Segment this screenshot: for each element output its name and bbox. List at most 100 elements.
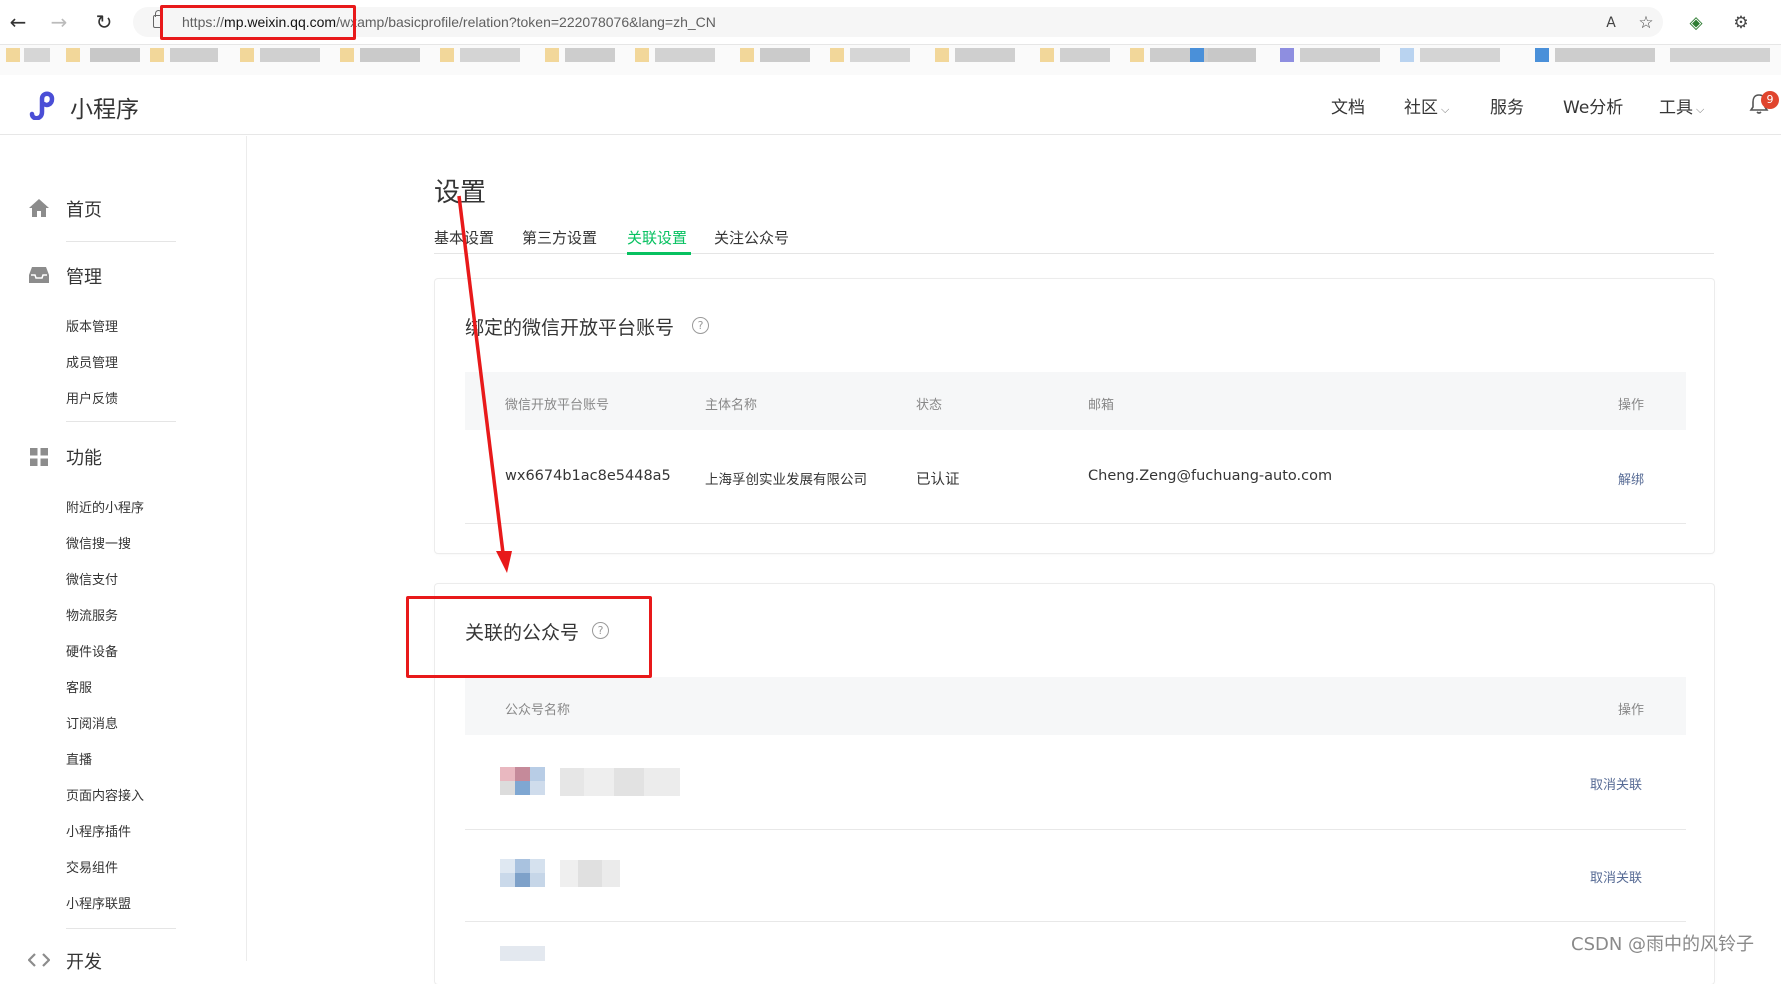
sidebar-item-version[interactable]: 版本管理 bbox=[66, 316, 118, 335]
nav-tools[interactable]: 工具 ⌵ bbox=[1659, 93, 1704, 118]
bookmark-item[interactable] bbox=[340, 48, 354, 62]
sidebar-item-members[interactable]: 成员管理 bbox=[66, 352, 118, 371]
sidebar-dev[interactable]: 开发 bbox=[66, 948, 102, 974]
sidebar-item-pay[interactable]: 微信支付 bbox=[66, 569, 118, 588]
read-aloud-icon[interactable]: A bbox=[1600, 12, 1622, 34]
sidebar-item-search[interactable]: 微信搜一搜 bbox=[66, 533, 131, 552]
bookmark-item[interactable] bbox=[24, 48, 50, 62]
nav-docs[interactable]: 文档 bbox=[1331, 93, 1365, 118]
bookmark-item[interactable] bbox=[850, 48, 910, 62]
bookmark-item[interactable] bbox=[170, 48, 218, 62]
bookmark-item[interactable] bbox=[240, 48, 254, 62]
help-icon[interactable]: ? bbox=[692, 317, 709, 334]
extension-icon[interactable]: ⚙ bbox=[1730, 12, 1752, 34]
watermark: CSDN @雨中的风铃子 bbox=[1571, 934, 1755, 955]
bookmark-item[interactable] bbox=[1060, 48, 1110, 62]
sidebar-item-logistics[interactable]: 物流服务 bbox=[66, 605, 118, 624]
account-name-blurred bbox=[560, 768, 680, 796]
active-tab-indicator bbox=[627, 252, 691, 255]
bookmark-item[interactable] bbox=[1130, 48, 1144, 62]
bookmark-item[interactable] bbox=[150, 48, 164, 62]
page-title: 设置 bbox=[434, 178, 487, 208]
tab-third-party[interactable]: 第三方设置 bbox=[522, 227, 597, 248]
brand-name[interactable]: 小程序 bbox=[70, 90, 139, 124]
back-icon[interactable]: ← bbox=[7, 11, 29, 33]
avatar bbox=[500, 767, 515, 781]
reload-icon[interactable]: ↻ bbox=[93, 11, 115, 33]
bookmark-item[interactable] bbox=[565, 48, 615, 62]
tab-follow-account[interactable]: 关注公众号 bbox=[714, 227, 789, 248]
tab-association[interactable]: 关联设置 bbox=[627, 227, 687, 248]
sidebar-item-content[interactable]: 页面内容接入 bbox=[66, 785, 144, 804]
shield-extension-icon[interactable]: ◈ bbox=[1685, 12, 1707, 34]
row-divider bbox=[465, 523, 1686, 524]
sidebar-item-feedback[interactable]: 用户反馈 bbox=[66, 388, 118, 407]
avatar bbox=[515, 859, 530, 873]
avatar bbox=[500, 781, 515, 795]
avatar bbox=[530, 859, 545, 873]
verification-status: 已认证 bbox=[916, 472, 960, 488]
sidebar-item-trade[interactable]: 交易组件 bbox=[66, 857, 118, 876]
bookmark-item[interactable] bbox=[1535, 48, 1549, 62]
sidebar-features[interactable]: 功能 bbox=[66, 444, 102, 470]
bookmark-item[interactable] bbox=[740, 48, 754, 62]
unbind-link[interactable]: 解绑 bbox=[1618, 469, 1644, 488]
sidebar-item-nearby[interactable]: 附近的小程序 bbox=[66, 497, 144, 516]
bookmark-item[interactable] bbox=[1190, 48, 1204, 62]
sidebar-manage[interactable]: 管理 bbox=[66, 263, 102, 289]
sidebar-divider bbox=[66, 241, 176, 242]
tab-basic-settings[interactable]: 基本设置 bbox=[434, 227, 494, 248]
bookmark-item[interactable] bbox=[1280, 48, 1294, 62]
column-header: 操作 bbox=[1618, 703, 1645, 718]
sidebar-home[interactable]: 首页 bbox=[66, 196, 102, 222]
sidebar-item-alliance[interactable]: 小程序联盟 bbox=[66, 893, 131, 912]
bookmark-item[interactable] bbox=[635, 48, 649, 62]
avatar bbox=[530, 781, 545, 795]
column-header: 操作 bbox=[1618, 398, 1645, 413]
settings-tabs: 基本设置 第三方设置 关联设置 关注公众号 bbox=[434, 224, 1714, 254]
sidebar-item-plugin[interactable]: 小程序插件 bbox=[66, 821, 131, 840]
unlink-button[interactable]: 取消关联 bbox=[1590, 774, 1642, 793]
avatar bbox=[500, 946, 545, 961]
open-platform-account: wx6674b1ac8e5448a5 bbox=[505, 468, 671, 484]
bookmark-item[interactable] bbox=[66, 48, 80, 62]
nav-we-analytics[interactable]: We分析 bbox=[1563, 93, 1623, 118]
bookmark-item[interactable] bbox=[440, 48, 454, 62]
bookmark-item[interactable] bbox=[955, 48, 1015, 62]
bookmark-item[interactable] bbox=[1040, 48, 1054, 62]
sidebar-item-customer-service[interactable]: 客服 bbox=[66, 677, 92, 696]
bookmark-item[interactable] bbox=[760, 48, 810, 62]
bookmark-item[interactable] bbox=[1300, 48, 1380, 62]
favorite-icon[interactable]: ☆ bbox=[1635, 12, 1657, 34]
bookmark-item[interactable] bbox=[260, 48, 320, 62]
open-platform-title: 绑定的微信开放平台账号 bbox=[465, 317, 675, 339]
bookmark-item[interactable] bbox=[545, 48, 559, 62]
sidebar: 首页 管理 版本管理 成员管理 用户反馈 功能 附近的小程序 微信搜一搜 微信支… bbox=[0, 136, 247, 973]
bookmark-item[interactable] bbox=[6, 48, 20, 62]
bookmark-item[interactable] bbox=[360, 48, 420, 62]
bookmark-item[interactable] bbox=[1670, 48, 1770, 62]
forward-icon[interactable]: → bbox=[48, 11, 70, 33]
sidebar-item-subscribe[interactable]: 订阅消息 bbox=[66, 713, 118, 732]
unlink-button[interactable]: 取消关联 bbox=[1590, 867, 1642, 886]
nav-community[interactable]: 社区 ⌵ bbox=[1404, 93, 1449, 118]
nav-services[interactable]: 服务 bbox=[1490, 93, 1524, 118]
column-header: 公众号名称 bbox=[505, 703, 571, 718]
bookmark-item[interactable] bbox=[1555, 48, 1655, 62]
app-header: 小程序 文档 社区 ⌵ 服务 We分析 工具 ⌵ bbox=[0, 75, 1781, 135]
bookmark-item[interactable] bbox=[1208, 48, 1256, 62]
chevron-down-icon: ⌵ bbox=[1441, 103, 1450, 116]
bookmarks-bar bbox=[0, 45, 1781, 75]
mini-program-logo-icon[interactable] bbox=[28, 90, 62, 120]
bookmark-item[interactable] bbox=[830, 48, 844, 62]
avatar bbox=[515, 767, 530, 781]
sidebar-item-hardware[interactable]: 硬件设备 bbox=[66, 641, 118, 660]
sidebar-item-live[interactable]: 直播 bbox=[66, 749, 92, 768]
bookmark-item[interactable] bbox=[655, 48, 715, 62]
bookmark-item[interactable] bbox=[1420, 48, 1500, 62]
sidebar-divider bbox=[66, 421, 176, 422]
bookmark-item[interactable] bbox=[1400, 48, 1414, 62]
bookmark-item[interactable] bbox=[460, 48, 520, 62]
bookmark-item[interactable] bbox=[935, 48, 949, 62]
bookmark-item[interactable] bbox=[90, 48, 140, 62]
